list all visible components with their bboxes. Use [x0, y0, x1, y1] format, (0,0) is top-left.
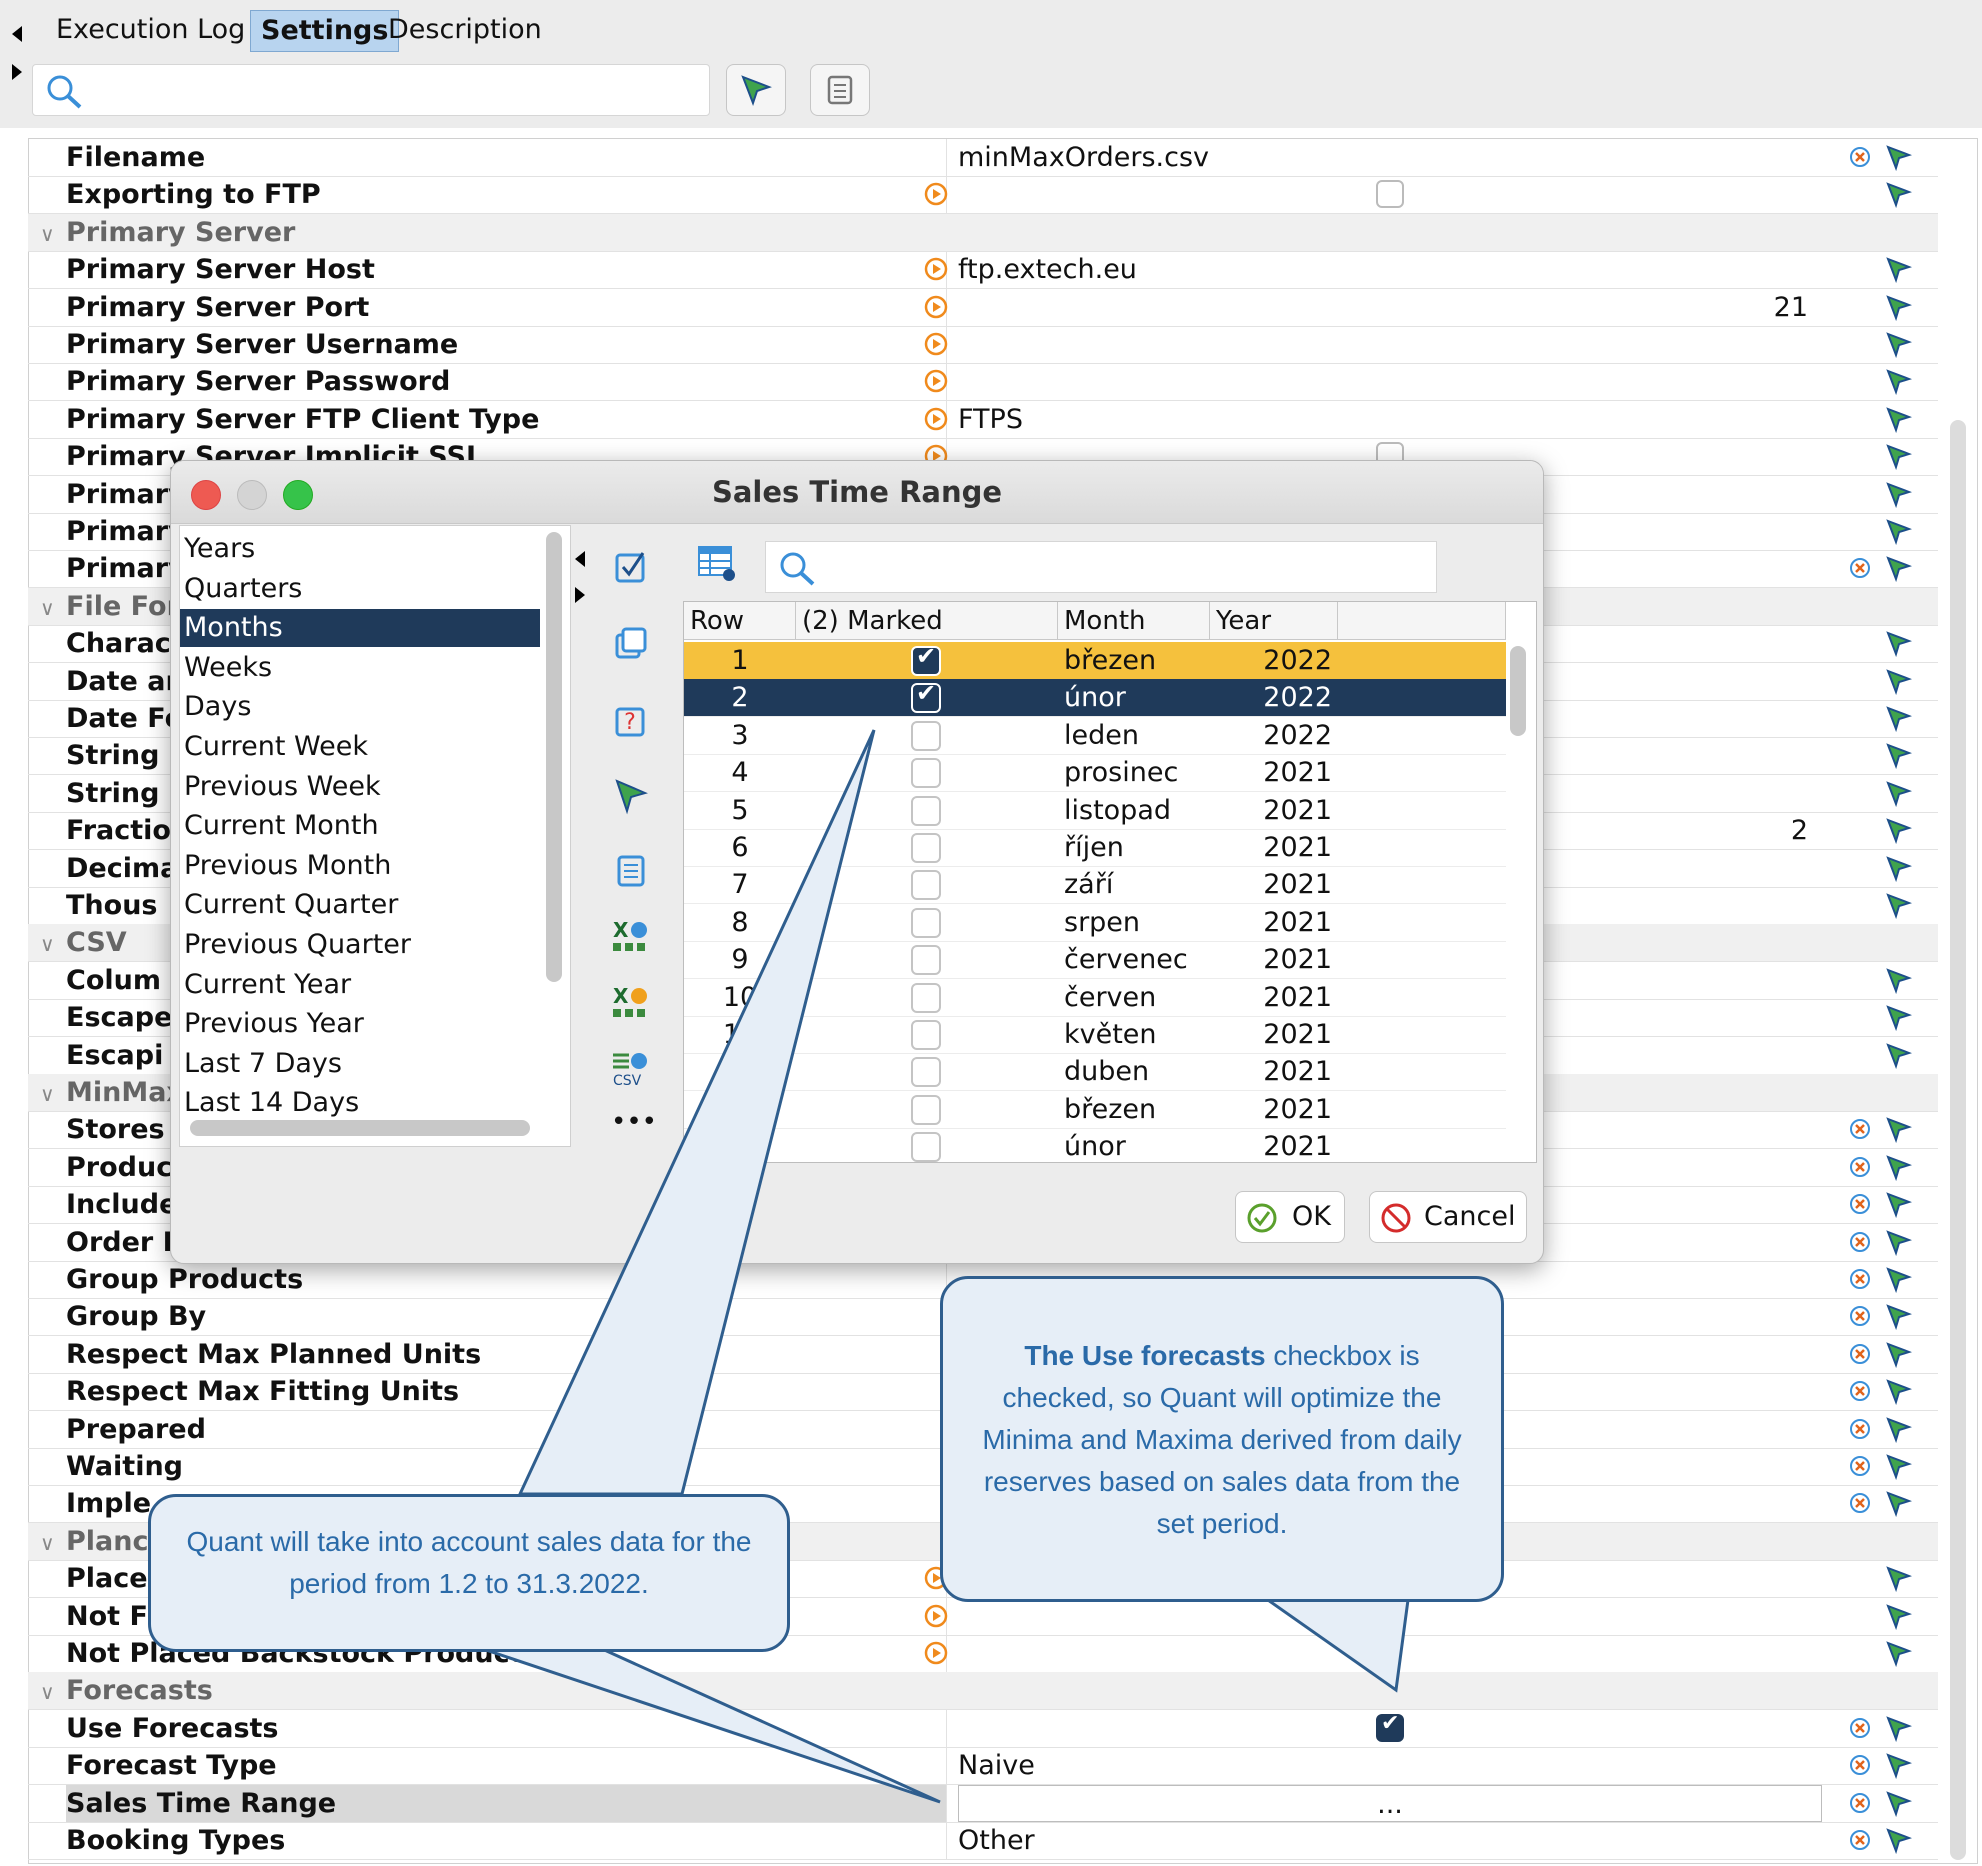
- left-callout-text: Quant will take into account sales data …: [186, 1526, 752, 1599]
- left-callout-pointer-up: [517, 729, 876, 1496]
- left-callout-pointer-down: [479, 1646, 941, 1804]
- right-callout-pointer: [1263, 1598, 1410, 1693]
- left-callout: Quant will take into account sales data …: [148, 1494, 790, 1652]
- right-callout-bold: The Use forecasts: [1024, 1340, 1266, 1371]
- right-callout: The Use forecasts checkbox is checked, s…: [940, 1276, 1504, 1602]
